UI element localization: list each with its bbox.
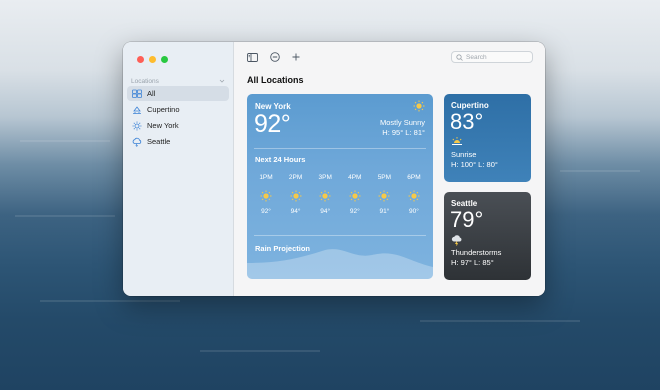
- window-controls: [137, 56, 168, 63]
- page-title: All Locations: [247, 75, 304, 85]
- sidebar-toggle-button[interactable]: [246, 51, 258, 63]
- search-icon: [456, 53, 463, 61]
- divider: [254, 235, 426, 236]
- hour-temp: 94°: [290, 208, 301, 215]
- thunderstorm-icon: [451, 235, 462, 246]
- sidebar-item-label: Cupertino: [147, 105, 180, 114]
- hour-time: 6PM: [407, 174, 421, 181]
- rain-projection-graph: [247, 249, 433, 279]
- zoom-window-button[interactable]: [161, 56, 168, 63]
- sun-icon: [290, 190, 302, 202]
- new-york-card[interactable]: New York 92° Mostly Sunny H: 95° L: 81° …: [247, 94, 433, 279]
- hour-temp: 92°: [349, 208, 360, 215]
- hourly-forecast-label: Next 24 Hours: [255, 155, 306, 164]
- high-low: H: 97° L: 85°: [451, 258, 494, 267]
- current-temperature: 92°: [254, 110, 291, 138]
- all-locations-icon: [132, 89, 142, 99]
- divider: [254, 148, 426, 149]
- sidebar-item-new-york[interactable]: New York: [127, 118, 229, 133]
- sun-icon: [413, 100, 425, 112]
- hour-temp: 92°: [261, 208, 271, 215]
- hour-temp: 94°: [320, 208, 331, 215]
- search-placeholder: Search: [466, 53, 487, 61]
- add-location-button[interactable]: [290, 51, 302, 63]
- plus-icon: [292, 53, 300, 61]
- sidebar-list: All Cupertino New York Seattle: [127, 86, 229, 150]
- hour-temp: 91°: [379, 208, 390, 215]
- sun-icon: [378, 190, 390, 202]
- current-temperature: 79°: [450, 207, 484, 232]
- toolbar: Search: [234, 42, 545, 72]
- main-content: Search All Locations New York 92° Mostly…: [234, 42, 545, 296]
- sun-icon: [260, 190, 272, 202]
- sidebar-item-label: All: [147, 89, 156, 98]
- weather-condition: Mostly Sunny: [379, 118, 425, 127]
- partly-cloudy-icon: [132, 105, 142, 115]
- hour-time: 5PM: [377, 174, 392, 181]
- high-low: H: 95° L: 81°: [382, 128, 425, 137]
- sun-icon: [132, 121, 142, 131]
- cupertino-card[interactable]: Cupertino 83° Sunrise H: 100° L: 80°: [444, 94, 531, 182]
- hour-forecast: 3PM 94°: [312, 174, 338, 215]
- sidebar-toggle-icon: [246, 52, 258, 62]
- sidebar-item-all[interactable]: All: [127, 86, 229, 101]
- sun-icon: [408, 190, 420, 202]
- hour-forecast: 5PM 91°: [371, 174, 397, 215]
- seattle-card[interactable]: Seattle 79° Thunderstorms H: 97° L: 85°: [444, 192, 531, 280]
- chevron-down-icon: [219, 79, 225, 83]
- weather-condition: Thunderstorms: [451, 248, 502, 257]
- sidebar-item-seattle[interactable]: Seattle: [127, 134, 229, 149]
- sunrise-icon: [452, 137, 462, 145]
- weather-window: Locations All Cupertino New York Seattle…: [123, 42, 545, 296]
- hour-temp: 90°: [409, 208, 419, 215]
- hour-forecast: 4PM 92°: [342, 174, 368, 215]
- sun-icon: [349, 190, 361, 202]
- hour-forecast: 1PM 92°: [253, 174, 279, 215]
- hourly-forecast: 1PM 92° 2PM 94° 3PM 94° 4PM 92° 5PM 91° …: [253, 174, 427, 215]
- sun-icon: [319, 190, 331, 202]
- sidebar: Locations All Cupertino New York Seattle: [123, 42, 234, 296]
- hour-forecast: 6PM 90°: [401, 174, 427, 215]
- current-temperature: 83°: [450, 109, 484, 134]
- sidebar-section-label: Locations: [131, 77, 159, 85]
- weather-condition: Sunrise: [451, 150, 477, 159]
- minimize-window-button[interactable]: [149, 56, 156, 63]
- sidebar-section-header[interactable]: Locations: [131, 76, 225, 86]
- hour-time: 4PM: [348, 174, 362, 181]
- sidebar-item-label: New York: [147, 121, 179, 130]
- thunderstorm-icon: [132, 137, 142, 147]
- hour-forecast: 2PM 94°: [283, 174, 309, 215]
- hour-time: 3PM: [318, 174, 332, 181]
- high-low: H: 100° L: 80°: [451, 160, 498, 169]
- hour-time: 2PM: [288, 174, 303, 181]
- remove-location-button[interactable]: [269, 51, 281, 63]
- search-field[interactable]: Search: [451, 51, 533, 63]
- sidebar-item-label: Seattle: [147, 137, 171, 146]
- minus-circle-icon: [270, 52, 280, 62]
- sidebar-item-cupertino[interactable]: Cupertino: [127, 102, 229, 117]
- hour-time: 1PM: [259, 174, 273, 181]
- close-window-button[interactable]: [137, 56, 144, 63]
